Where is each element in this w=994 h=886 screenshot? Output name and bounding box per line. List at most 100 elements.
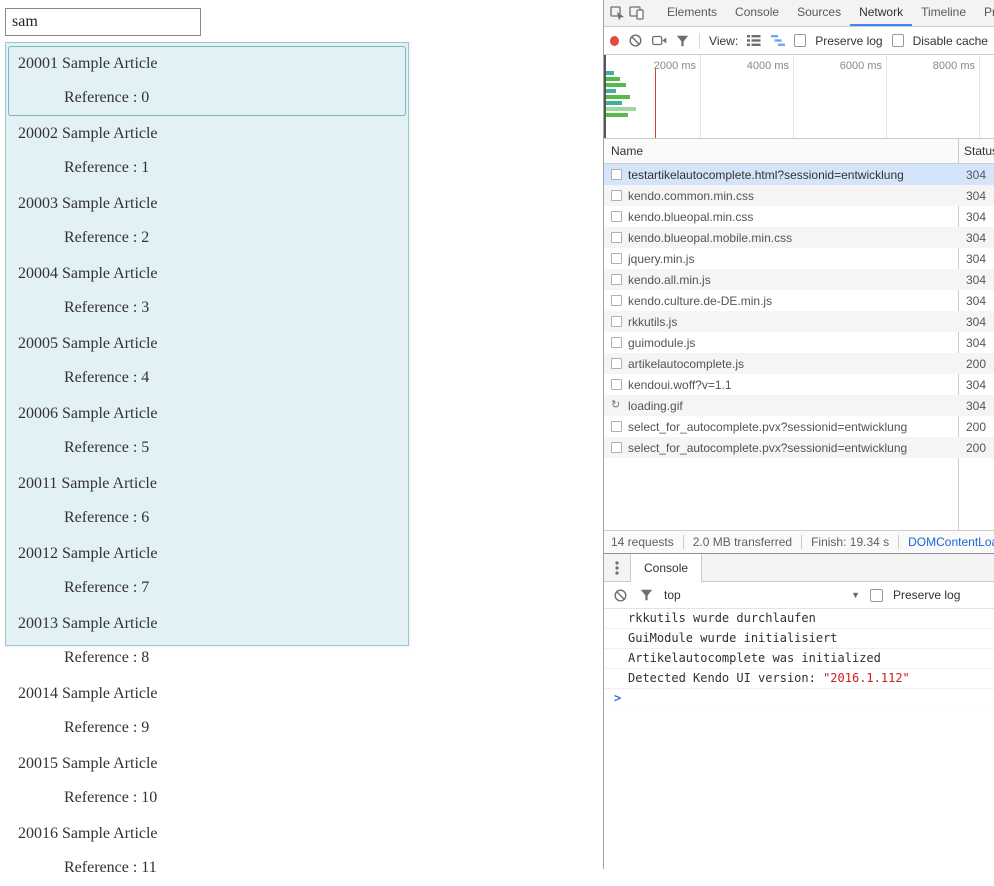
file-icon <box>611 442 622 453</box>
request-name: rkkutils.js <box>628 314 678 329</box>
request-name: guimodule.js <box>628 335 696 350</box>
network-request-row[interactable]: guimodule.js 304 <box>604 332 994 353</box>
network-request-row[interactable]: select_for_autocomplete.pvx?sessionid=en… <box>604 416 994 437</box>
file-icon <box>611 169 622 180</box>
autocomplete-item[interactable]: 20015 Sample Article Reference : 10 <box>8 746 406 816</box>
record-button[interactable] <box>610 35 620 46</box>
autocomplete-item[interactable]: 20014 Sample Article Reference : 9 <box>8 676 406 746</box>
disable-cache-checkbox[interactable] <box>891 34 904 47</box>
network-table-header[interactable]: Name Status <box>604 139 994 164</box>
column-header-name[interactable]: Name <box>611 144 643 158</box>
file-icon <box>611 295 622 306</box>
filter-icon[interactable] <box>676 33 691 49</box>
screenshot-icon[interactable] <box>651 33 667 49</box>
inspect-element-icon[interactable] <box>610 5 625 21</box>
devtools-panel: ElementsConsoleSourcesNetworkTimelinePro… <box>603 0 994 869</box>
network-request-row[interactable]: kendo.blueopal.mobile.min.css 304 <box>604 227 994 248</box>
column-divider[interactable] <box>958 139 959 163</box>
autocomplete-item-reference: Reference : 0 <box>64 89 150 106</box>
device-toolbar-icon[interactable] <box>629 5 644 21</box>
file-icon <box>611 421 622 432</box>
file-icon <box>611 316 622 327</box>
file-icon <box>611 190 622 201</box>
network-request-row[interactable]: kendo.blueopal.min.css 304 <box>604 206 994 227</box>
console-prompt[interactable]: > <box>604 689 994 709</box>
tab-elements[interactable]: Elements <box>658 0 726 26</box>
autocomplete-item-title: 20003 Sample Article <box>18 195 158 212</box>
autocomplete-item[interactable]: 20001 Sample Article Reference : 0 <box>8 46 406 116</box>
request-status: 304 <box>966 209 987 224</box>
timeline-gridline <box>700 55 701 138</box>
autocomplete-item[interactable]: 20004 Sample Article Reference : 3 <box>8 256 406 326</box>
tab-timeline[interactable]: Timeline <box>912 0 975 26</box>
file-icon <box>611 211 622 222</box>
request-status: 304 <box>966 335 987 350</box>
network-request-row[interactable]: artikelautocomplete.js 200 <box>604 353 994 374</box>
autocomplete-item-title: 20004 Sample Article <box>18 265 158 282</box>
tab-sources[interactable]: Sources <box>788 0 850 26</box>
console-clear-icon[interactable] <box>612 587 628 603</box>
summary-item[interactable]: DOMContentLoaded <box>898 535 994 549</box>
execution-context-select[interactable]: top ▼ <box>664 588 860 602</box>
execution-context-label: top <box>664 588 681 602</box>
network-request-row[interactable]: select_for_autocomplete.pvx?sessionid=en… <box>604 437 994 458</box>
file-icon <box>611 379 622 390</box>
preserve-log-checkbox[interactable] <box>794 34 807 47</box>
request-status: 200 <box>966 419 987 434</box>
network-request-row[interactable]: kendo.all.min.js 304 <box>604 269 994 290</box>
network-toolbar: View: Preserve log Disable cache <box>604 27 994 55</box>
console-message: rkkutils wurde durchlaufen <box>604 609 994 629</box>
network-request-row[interactable]: rkkutils.js 304 <box>604 311 994 332</box>
clear-icon[interactable] <box>628 33 643 49</box>
view-list-icon[interactable] <box>747 33 762 49</box>
tab-profiles[interactable]: Profiles <box>975 0 994 26</box>
console-message: Detected Kendo UI version: "2016.1.112" <box>604 669 994 689</box>
web-page: 20001 Sample Article Reference : 0 20002 S… <box>0 0 603 876</box>
console-preserve-log-checkbox[interactable] <box>870 588 883 602</box>
autocomplete-item[interactable]: 20012 Sample Article Reference : 7 <box>8 536 406 606</box>
autocomplete-item[interactable]: 20003 Sample Article Reference : 2 <box>8 186 406 256</box>
view-waterfall-icon[interactable] <box>770 33 786 49</box>
request-status: 304 <box>966 293 987 308</box>
drawer-menu-icon[interactable] <box>604 554 630 581</box>
network-request-row[interactable]: jquery.min.js 304 <box>604 248 994 269</box>
request-name: kendo.blueopal.min.css <box>628 209 754 224</box>
chevron-down-icon: ▼ <box>851 590 860 600</box>
console-messages: rkkutils wurde durchlaufen GuiModule wurd… <box>604 609 994 689</box>
network-request-row[interactable]: testartikelautocomplete.html?sessionid=e… <box>604 164 994 185</box>
autocomplete-item[interactable]: 20002 Sample Article Reference : 1 <box>8 116 406 186</box>
autocomplete-input[interactable] <box>5 8 201 36</box>
tab-network[interactable]: Network <box>850 0 913 26</box>
autocomplete-item-title: 20011 Sample Article <box>18 475 157 492</box>
console-filter-icon[interactable] <box>638 587 654 603</box>
network-summary-bar: 14 requests 2.0 MB transferred Finish: 19.… <box>604 530 994 553</box>
timeline-gridline <box>886 55 887 138</box>
file-icon <box>611 337 622 348</box>
autocomplete-item-title: 20015 Sample Article <box>18 755 158 772</box>
autocomplete-item[interactable]: 20005 Sample Article Reference : 4 <box>8 326 406 396</box>
preserve-log-label: Preserve log <box>815 33 883 48</box>
network-overview-graph[interactable]: 2000 ms 4000 ms 6000 ms 8000 ms <box>604 55 994 139</box>
timeline-tick-label: 6000 ms <box>839 60 882 72</box>
disable-cache-label: Disable cache <box>912 33 988 48</box>
request-status: 304 <box>966 377 987 392</box>
tab-console[interactable]: Console <box>726 0 788 26</box>
autocomplete-item[interactable]: 20011 Sample Article Reference : 6 <box>8 466 406 536</box>
summary-item: 14 requests <box>611 535 674 549</box>
autocomplete-item[interactable]: 20013 Sample Article Reference : 8 <box>8 606 406 676</box>
column-header-status[interactable]: Status <box>964 144 994 158</box>
devtools-tabbar: ElementsConsoleSourcesNetworkTimelinePro… <box>604 0 994 27</box>
network-request-row[interactable]: kendo.common.min.css 304 <box>604 185 994 206</box>
request-status: 304 <box>966 251 987 266</box>
autocomplete-item[interactable]: 20006 Sample Article Reference : 5 <box>8 396 406 466</box>
network-request-row[interactable]: ↻ loading.gif 304 <box>604 395 994 416</box>
autocomplete-item[interactable]: 20016 Sample Article Reference : 11 <box>8 816 406 886</box>
file-icon <box>611 232 622 243</box>
tab-console[interactable]: Console <box>630 554 703 582</box>
network-request-row[interactable]: kendoui.woff?v=1.1 304 <box>604 374 994 395</box>
network-request-row[interactable]: kendo.culture.de-DE.min.js 304 <box>604 290 994 311</box>
request-status: 200 <box>966 440 987 455</box>
console-message-text: GuiModule wurde initialisiert <box>628 631 838 645</box>
summary-item: 2.0 MB transferred <box>682 535 801 549</box>
request-name: artikelautocomplete.js <box>628 356 745 371</box>
